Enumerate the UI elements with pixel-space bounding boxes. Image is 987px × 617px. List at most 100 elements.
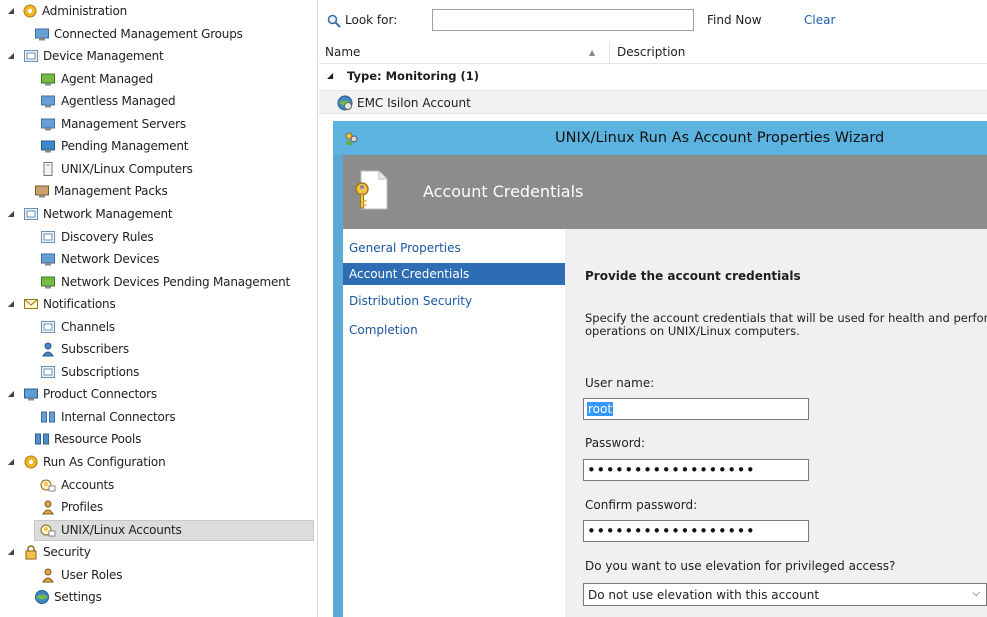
expand-triangle-icon[interactable]: ◢ — [6, 299, 16, 308]
group-header-row[interactable]: ◢ Type: Monitoring (1) — [319, 66, 987, 86]
column-header-name[interactable]: Name — [325, 45, 360, 59]
step-completion[interactable]: Completion — [343, 319, 565, 341]
expand-triangle-icon[interactable]: ◢ — [6, 547, 16, 556]
tree-item-label: Pending Management — [61, 139, 189, 154]
tree-item-network-devices[interactable]: Network Devices — [0, 248, 317, 270]
step-label: Account Credentials — [349, 267, 470, 281]
lock-icon — [25, 545, 37, 560]
navigation-pane: ◢ Administration Connected Management Grou… — [0, 0, 318, 617]
expand-triangle-icon[interactable]: ◢ — [6, 209, 16, 218]
wizard-banner: Account Credentials — [343, 155, 987, 229]
expand-triangle-icon[interactable]: ◢ — [6, 51, 16, 60]
password-value: •••••••••••••••••• — [587, 461, 756, 479]
tree-item-discovery-rules[interactable]: Discovery Rules — [0, 226, 317, 248]
connected-groups-icon — [35, 28, 49, 41]
expand-triangle-icon[interactable]: ◢ — [6, 389, 16, 398]
tree-item-security[interactable]: ◢ Security — [0, 541, 317, 563]
sort-ascending-icon: ▲ — [589, 48, 596, 57]
search-input[interactable] — [432, 9, 694, 31]
wizard-title-bar[interactable]: UNIX/Linux Run As Account Properties Wiz… — [333, 121, 987, 155]
tree-item-accounts[interactable]: Accounts — [0, 474, 317, 496]
network-pending-icon — [41, 276, 55, 289]
clear-link[interactable]: Clear — [804, 13, 835, 27]
agentless-managed-icon — [41, 95, 55, 108]
network-devices-icon — [41, 253, 55, 266]
find-now-button[interactable]: Find Now — [707, 13, 762, 27]
tree-item-label: Accounts — [61, 477, 115, 492]
tree-item-user-roles[interactable]: User Roles — [0, 564, 317, 586]
wizard-accounts-icon — [345, 132, 358, 145]
run-as-account-wizard: UNIX/Linux Run As Account Properties Wiz… — [333, 121, 987, 617]
profiles-icon — [42, 500, 54, 515]
search-icon[interactable] — [327, 14, 341, 28]
step-general-properties[interactable]: General Properties — [343, 237, 565, 259]
expand-triangle-icon[interactable]: ◢ — [6, 457, 16, 466]
username-value: root — [587, 402, 614, 416]
tree-item-subscriptions[interactable]: Subscriptions — [0, 361, 317, 383]
gear-icon — [23, 4, 37, 18]
list-header: Name ▲ Description — [319, 42, 987, 64]
search-toolbar: Look for: Find Now Clear — [319, 0, 987, 42]
user-roles-icon — [42, 568, 54, 583]
tree-item-unix-linux-accounts[interactable]: UNIX/Linux Accounts — [0, 519, 317, 541]
column-header-description[interactable]: Description — [617, 45, 685, 59]
step-account-credentials[interactable]: Account Credentials — [343, 263, 565, 285]
unix-accounts-icon — [40, 524, 56, 537]
tree-item-profiles[interactable]: Profiles — [0, 496, 317, 518]
tree-item-network-devices-pending[interactable]: Network Devices Pending Management — [0, 271, 317, 293]
accounts-icon — [40, 479, 56, 492]
tree-item-notifications[interactable]: ◢ Notifications — [0, 293, 317, 315]
username-label: User name: — [585, 376, 655, 390]
username-field[interactable]: root — [583, 398, 809, 420]
management-servers-icon — [41, 118, 55, 131]
management-packs-icon — [35, 185, 49, 198]
tree-item-settings[interactable]: Settings — [0, 586, 317, 608]
tree-item-device-management[interactable]: ◢ Device Management — [0, 45, 317, 67]
tree-item-label: UNIX/Linux Computers — [61, 161, 193, 176]
elevation-dropdown[interactable]: Do not use elevation with this account ⌵ — [583, 583, 987, 606]
internal-connectors-icon — [41, 411, 55, 423]
step-distribution-security[interactable]: Distribution Security — [343, 290, 565, 312]
expand-triangle-icon[interactable]: ◢ — [6, 6, 16, 15]
product-connectors-icon — [24, 388, 38, 401]
chevron-down-icon[interactable]: ⌵ — [972, 588, 980, 599]
tree-item-channels[interactable]: Channels — [0, 316, 317, 338]
tree-item-product-connectors[interactable]: ◢ Product Connectors — [0, 383, 317, 405]
column-divider[interactable] — [609, 42, 610, 64]
discovery-rules-icon — [41, 230, 55, 243]
tree-item-label: Discovery Rules — [61, 229, 154, 244]
key-document-icon — [355, 170, 388, 210]
tree-item-run-as-configuration[interactable]: ◢ Run As Configuration — [0, 451, 317, 473]
tree-item-administration[interactable]: ◢ Administration — [0, 0, 317, 22]
tree-item-network-management[interactable]: ◢ Network Management — [0, 203, 317, 225]
confirm-password-value: •••••••••••••••••• — [587, 522, 756, 540]
tree-item-management-packs[interactable]: Management Packs — [0, 180, 317, 202]
tree-item-subscribers[interactable]: Subscribers — [0, 338, 317, 360]
list-item[interactable]: EMC Isilon Account — [319, 90, 987, 114]
tree-item-pending-management[interactable]: Pending Management — [0, 135, 317, 157]
tree-item-internal-connectors[interactable]: Internal Connectors — [0, 406, 317, 428]
tree-item-connected-management-groups[interactable]: Connected Management Groups — [0, 23, 317, 45]
tree-item-unix-linux-computers[interactable]: UNIX/Linux Computers — [0, 158, 317, 180]
password-field[interactable]: •••••••••••••••••• — [583, 459, 809, 481]
tree-item-resource-pools[interactable]: Resource Pools — [0, 428, 317, 450]
tree-item-agentless-managed[interactable]: Agentless Managed — [0, 90, 317, 112]
tree-item-management-servers[interactable]: Management Servers — [0, 113, 317, 135]
collapse-triangle-icon[interactable]: ◢ — [327, 71, 333, 80]
device-management-icon — [24, 50, 38, 63]
wizard-title: UNIX/Linux Run As Account Properties Wiz… — [555, 130, 885, 146]
tree-item-agent-managed[interactable]: Agent Managed — [0, 68, 317, 90]
tree-item-label: Network Devices Pending Management — [61, 274, 291, 289]
resource-pools-icon — [35, 433, 49, 445]
elevation-selected-value: Do not use elevation with this account — [588, 588, 820, 602]
tree-item-label: Run As Configuration — [43, 455, 166, 469]
tree-item-label: Resource Pools — [54, 432, 142, 447]
tree-item-label: UNIX/Linux Accounts — [61, 522, 182, 537]
tree-item-label: Network Management — [43, 206, 173, 221]
tree-item-label: Channels — [61, 319, 115, 334]
confirm-password-label: Confirm password: — [585, 498, 698, 512]
envelope-icon — [24, 299, 38, 310]
run-as-icon — [24, 455, 38, 469]
confirm-password-field[interactable]: •••••••••••••••••• — [583, 520, 809, 542]
account-globe-icon — [337, 95, 353, 111]
